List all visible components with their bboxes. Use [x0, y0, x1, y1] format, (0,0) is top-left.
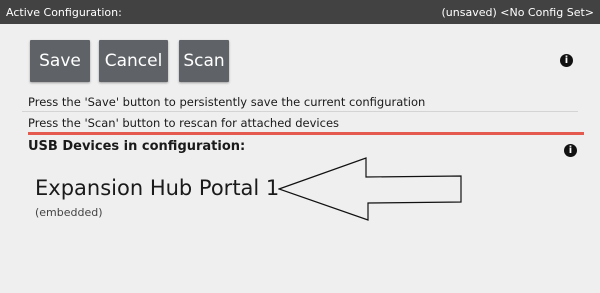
- title-bar: Active Configuration: (unsaved) <No Conf…: [0, 0, 600, 24]
- divider: [22, 111, 578, 112]
- toolbar: Save Cancel Scan: [0, 24, 600, 89]
- title-bar-title: Active Configuration:: [6, 5, 122, 19]
- save-help-text: Press the 'Save' button to persistently …: [28, 95, 426, 109]
- cancel-button[interactable]: Cancel: [99, 40, 168, 82]
- device-name[interactable]: Expansion Hub Portal 1: [35, 176, 279, 200]
- device-detail: (embedded): [35, 206, 103, 219]
- scan-help-text: Press the 'Scan' button to rescan for at…: [28, 116, 340, 130]
- usb-info-icon[interactable]: i: [564, 144, 577, 157]
- arrow-left-outline-icon: [278, 157, 462, 221]
- info-icon[interactable]: i: [560, 54, 573, 67]
- save-button[interactable]: Save: [30, 40, 90, 82]
- config-status: (unsaved) <No Config Set>: [441, 5, 595, 19]
- scan-button[interactable]: Scan: [179, 40, 229, 82]
- accent-divider: [28, 132, 584, 135]
- usb-devices-heading: USB Devices in configuration:: [28, 139, 246, 154]
